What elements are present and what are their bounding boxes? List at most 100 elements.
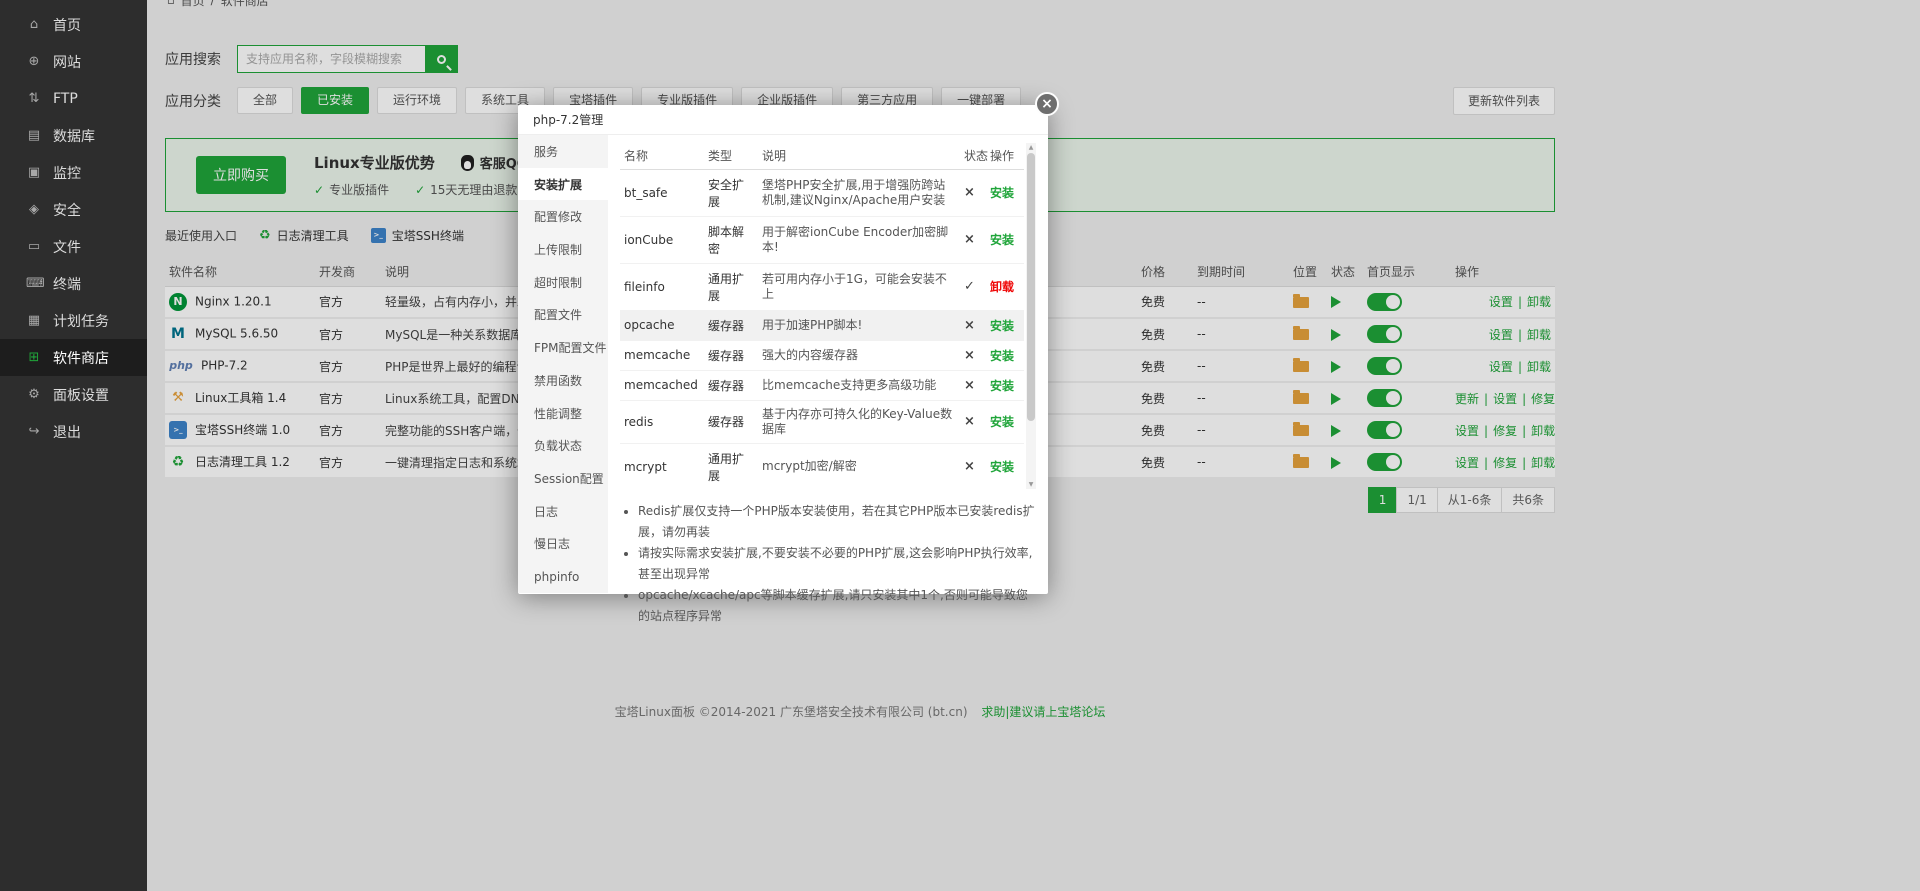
tab-logs[interactable]: 日志 bbox=[518, 495, 608, 528]
ext-type: 缓存器 bbox=[704, 400, 758, 443]
tab-upload-limit[interactable]: 上传限制 bbox=[518, 233, 608, 266]
database-icon: ▤ bbox=[26, 128, 42, 143]
ext-desc: 用于加速PHP脚本! bbox=[758, 310, 960, 340]
ext-name: redis bbox=[620, 400, 704, 443]
not-installed-icon: × bbox=[964, 348, 975, 363]
ext-row: redis 缓存器 基于内存亦可持久化的Key-Value数据库 × 安装 bbox=[620, 400, 1024, 443]
not-installed-icon: × bbox=[964, 378, 975, 393]
sidebar-item-label: 监控 bbox=[53, 163, 81, 183]
tab-performance-tuning[interactable]: 性能调整 bbox=[518, 397, 608, 430]
ext-type: 通用扩展 bbox=[704, 263, 758, 310]
sidebar-item-label: 数据库 bbox=[53, 126, 95, 146]
tab-config-modify[interactable]: 配置修改 bbox=[518, 200, 608, 233]
ext-type: 缓存器 bbox=[704, 370, 758, 400]
not-installed-icon: × bbox=[964, 318, 975, 333]
tab-disabled-functions[interactable]: 禁用函数 bbox=[518, 364, 608, 397]
sidebar-item-label: 安全 bbox=[53, 200, 81, 220]
tab-phpinfo[interactable]: phpinfo bbox=[518, 560, 608, 593]
ext-install-link[interactable]: 安装 bbox=[990, 233, 1014, 247]
ext-name: mcrypt bbox=[620, 443, 704, 489]
tab-install-extensions[interactable]: 安装扩展 bbox=[518, 168, 608, 201]
installed-icon: ✓ bbox=[964, 279, 975, 294]
not-installed-icon: × bbox=[964, 459, 975, 474]
scroll-up-icon[interactable]: ▲ bbox=[1026, 144, 1036, 151]
ext-type: 通用扩展 bbox=[704, 443, 758, 489]
ext-type: 缓存器 bbox=[704, 340, 758, 370]
sidebar-item-home[interactable]: ⌂ 首页 bbox=[0, 6, 147, 43]
tab-config-file[interactable]: 配置文件 bbox=[518, 299, 608, 332]
ext-name: memcached bbox=[620, 370, 704, 400]
sidebar-item-label: FTP bbox=[53, 91, 78, 107]
ext-desc: 基于内存亦可持久化的Key-Value数据库 bbox=[758, 400, 960, 443]
tab-timeout-limit[interactable]: 超时限制 bbox=[518, 266, 608, 299]
sidebar-item-websites[interactable]: ⊕网站 bbox=[0, 43, 147, 80]
ext-install-link[interactable]: 安装 bbox=[990, 460, 1014, 474]
sidebar-item-label: 计划任务 bbox=[53, 311, 109, 331]
ext-install-link[interactable]: 安装 bbox=[990, 415, 1014, 429]
sidebar-item-ftp[interactable]: ⇅ FTP bbox=[0, 80, 147, 117]
ext-desc: 堡塔PHP安全扩展,用于增强防跨站机制,建议Nginx/Apache用户安装 bbox=[758, 169, 960, 216]
ext-type: 缓存器 bbox=[704, 310, 758, 340]
ext-col-desc: 说明 bbox=[758, 143, 960, 169]
ext-name: memcache bbox=[620, 340, 704, 370]
not-installed-icon: × bbox=[964, 414, 975, 429]
sidebar-item-logout[interactable]: ↪退出 bbox=[0, 413, 147, 450]
ext-col-status: 状态 bbox=[960, 143, 986, 169]
sidebar-item-database[interactable]: ▤ 数据库 bbox=[0, 117, 147, 154]
ext-desc: 用于解密ionCube Encoder加密脚本! bbox=[758, 216, 960, 263]
ext-install-link[interactable]: 安装 bbox=[990, 186, 1014, 200]
not-installed-icon: × bbox=[964, 232, 975, 247]
folder-icon: ▭ bbox=[26, 239, 42, 254]
php-manage-dialog: × php-7.2管理 服务 安装扩展 配置修改 上传限制 超时限制 配置文件 … bbox=[518, 105, 1048, 594]
tab-load-status[interactable]: 负载状态 bbox=[518, 429, 608, 462]
sidebar-item-files[interactable]: ▭ 文件 bbox=[0, 228, 147, 265]
ext-row: ionCube 脚本解密 用于解密ionCube Encoder加密脚本! × … bbox=[620, 216, 1024, 263]
sidebar-item-security[interactable]: ◈ 安全 bbox=[0, 191, 147, 228]
extension-notes: Redis扩展仅支持一个PHP版本安装使用，若在其它PHP版本已安装redis扩… bbox=[638, 501, 1036, 627]
sidebar-item-terminal[interactable]: ⌨ 终端 bbox=[0, 265, 147, 302]
ext-install-link[interactable]: 安装 bbox=[990, 349, 1014, 363]
sidebar-item-monitor[interactable]: ▣监控 bbox=[0, 154, 147, 191]
ftp-icon: ⇅ bbox=[26, 91, 42, 106]
ext-install-link[interactable]: 安装 bbox=[990, 379, 1014, 393]
ext-type: 安全扩展 bbox=[704, 169, 758, 216]
ext-name: fileinfo bbox=[620, 263, 704, 310]
ext-uninstall-link[interactable]: 卸载 bbox=[990, 280, 1014, 294]
ext-name: bt_safe bbox=[620, 169, 704, 216]
sidebar-item-label: 退出 bbox=[53, 422, 81, 442]
ext-row: mcrypt 通用扩展 mcrypt加密/解密 × 安装 bbox=[620, 443, 1024, 489]
sidebar-item-label: 网站 bbox=[53, 52, 81, 72]
tab-slow-logs[interactable]: 慢日志 bbox=[518, 528, 608, 561]
ext-desc: 强大的内容缓存器 bbox=[758, 340, 960, 370]
schedule-icon: ▦ bbox=[26, 313, 42, 328]
tab-service[interactable]: 服务 bbox=[518, 135, 608, 168]
ext-col-action: 操作 bbox=[986, 143, 1024, 169]
shield-icon: ◈ bbox=[26, 202, 42, 217]
ext-header-row: 名称 类型 说明 状态 操作 bbox=[620, 143, 1024, 169]
note-item: opcache/xcache/apc等脚本缓存扩展,请只安装其中1个,否则可能导… bbox=[638, 585, 1036, 627]
scrollbar[interactable]: ▲ ▼ bbox=[1026, 143, 1036, 489]
ext-row: opcache 缓存器 用于加速PHP脚本! × 安装 bbox=[620, 310, 1024, 340]
sidebar-item-panel-settings[interactable]: ⚙ 面板设置 bbox=[0, 376, 147, 413]
scrollbar-thumb[interactable] bbox=[1027, 153, 1035, 421]
tab-session-config[interactable]: Session配置 bbox=[518, 462, 608, 495]
sidebar-item-app-store[interactable]: ⊞软件商店 bbox=[0, 339, 147, 376]
note-item: 请按实际需求安装扩展,不要安装不必要的PHP扩展,这会影响PHP执行效率,甚至出… bbox=[638, 543, 1036, 585]
sidebar-item-cron[interactable]: ▦ 计划任务 bbox=[0, 302, 147, 339]
ext-name: opcache bbox=[620, 310, 704, 340]
note-item: Redis扩展仅支持一个PHP版本安装使用，若在其它PHP版本已安装redis扩… bbox=[638, 501, 1036, 543]
home-icon: ⌂ bbox=[26, 17, 42, 32]
sidebar-item-label: 面板设置 bbox=[53, 385, 109, 405]
scroll-down-icon[interactable]: ▼ bbox=[1026, 481, 1036, 488]
tab-fpm-config-file[interactable]: FPM配置文件 bbox=[518, 331, 608, 364]
sidebar-item-label: 终端 bbox=[53, 274, 81, 294]
ext-desc: 比memcache支持更多高级功能 bbox=[758, 370, 960, 400]
ext-install-link[interactable]: 安装 bbox=[990, 319, 1014, 333]
ext-col-name: 名称 bbox=[620, 143, 704, 169]
extensions-table: 名称 类型 说明 状态 操作 bt_safe 安全扩展 堡塔PHP安全扩展,用于… bbox=[620, 143, 1024, 489]
sidebar-item-label: 首页 bbox=[53, 15, 81, 35]
gear-icon: ⚙ bbox=[26, 387, 42, 402]
terminal-icon: ⌨ bbox=[26, 276, 42, 291]
close-icon[interactable]: × bbox=[1035, 92, 1059, 116]
sidebar-item-label: 文件 bbox=[53, 237, 81, 257]
